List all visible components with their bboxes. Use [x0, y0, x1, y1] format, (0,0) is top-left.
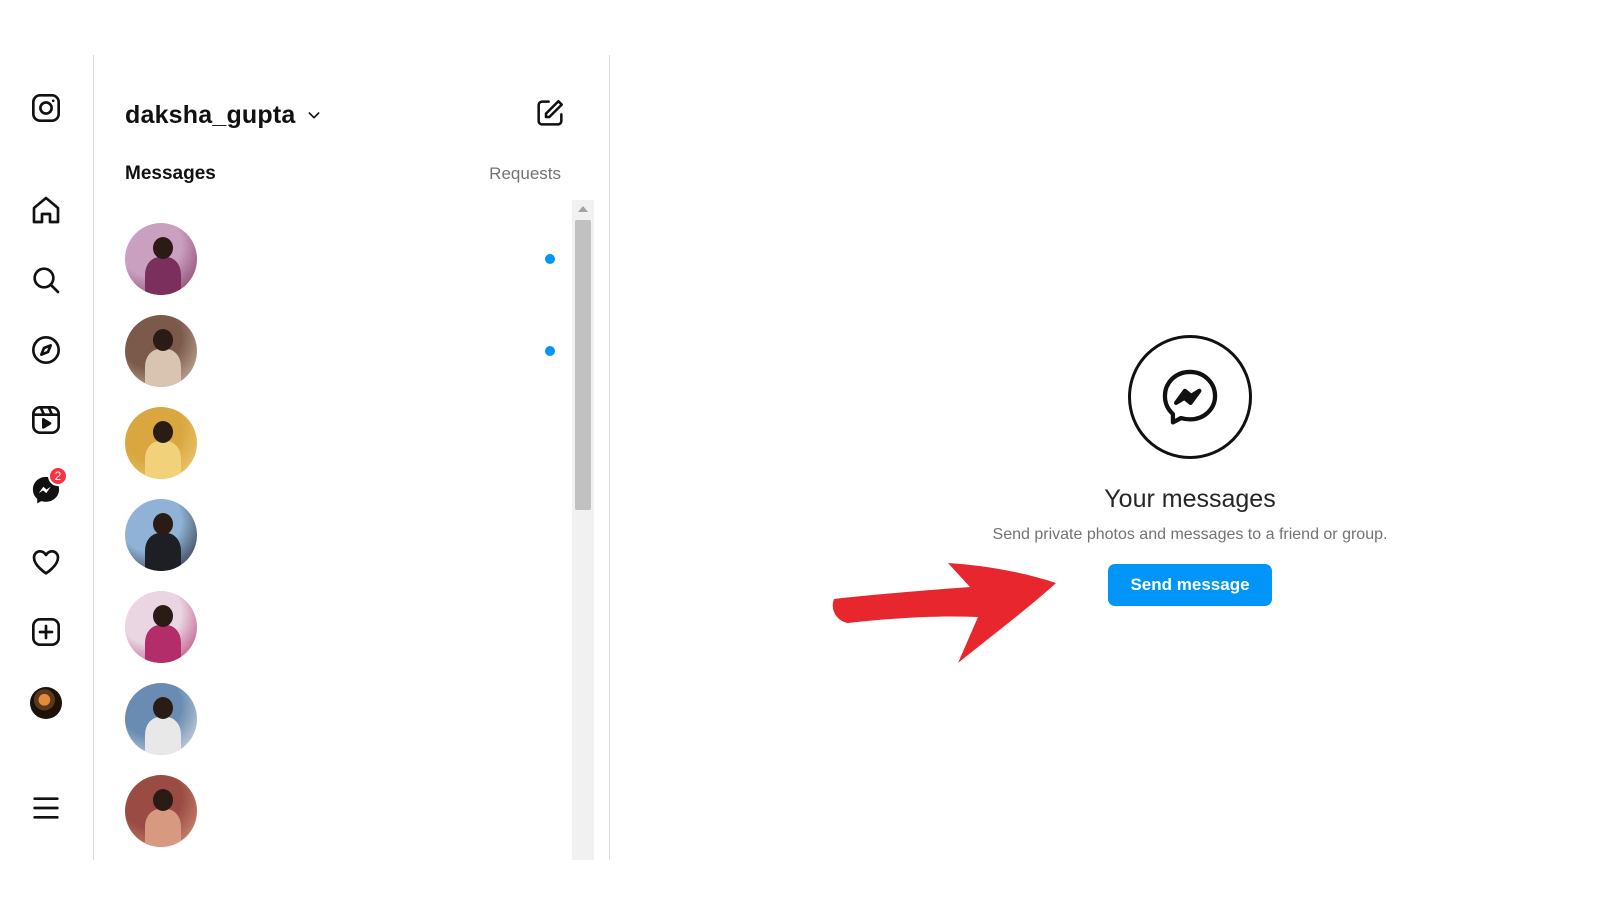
- account-switcher[interactable]: daksha_gupta: [125, 95, 322, 135]
- conversation-scrollbar[interactable]: [572, 200, 594, 860]
- inbox-panel: daksha_gupta Messages Requests: [95, 55, 610, 860]
- messenger-outline-icon: [1128, 335, 1252, 459]
- conversation-avatar: [125, 499, 197, 571]
- profile-avatar-image: [30, 687, 62, 719]
- heart-icon[interactable]: [29, 545, 63, 579]
- home-icon[interactable]: [29, 193, 63, 227]
- conversation-item[interactable]: [125, 765, 555, 857]
- conversation-avatar: [125, 683, 197, 755]
- reels-icon[interactable]: [29, 403, 63, 437]
- red-annotation-arrow-icon: [832, 563, 1056, 663]
- left-nav-rail: 2: [0, 55, 94, 860]
- empty-state-title: Your messages: [1104, 485, 1276, 513]
- search-icon[interactable]: [29, 263, 63, 297]
- chevron-down-icon: [308, 112, 319, 119]
- create-plus-icon[interactable]: [29, 615, 63, 649]
- instagram-logo-icon[interactable]: [29, 91, 63, 125]
- conversation-avatar: [125, 775, 197, 847]
- messenger-icon[interactable]: 2: [29, 466, 68, 507]
- tab-requests[interactable]: Requests: [489, 164, 561, 184]
- compose-new-message-icon[interactable]: [534, 97, 566, 129]
- profile-avatar[interactable]: [29, 686, 63, 720]
- conversation-avatar: [125, 223, 197, 295]
- empty-state-subtitle: Send private photos and messages to a fr…: [992, 526, 1388, 543]
- unread-indicator-dot: [545, 254, 555, 264]
- conversation-avatar: [125, 407, 197, 479]
- conversation-item[interactable]: [125, 305, 555, 397]
- conversation-item[interactable]: [125, 213, 555, 305]
- scroll-up-arrow-icon[interactable]: [578, 206, 588, 212]
- conversation-item[interactable]: [125, 673, 555, 765]
- conversation-list: [125, 213, 555, 857]
- instagram-direct-page: 2 daksha_gupta Messages Requests Your me…: [0, 0, 1600, 900]
- tab-messages[interactable]: Messages: [125, 163, 216, 185]
- conversation-item[interactable]: [125, 581, 555, 673]
- username: daksha_gupta: [125, 100, 296, 129]
- conversation-item[interactable]: [125, 397, 555, 489]
- send-message-button[interactable]: Send message: [1108, 564, 1272, 606]
- scrollbar-thumb[interactable]: [575, 220, 591, 510]
- conversation-avatar: [125, 315, 197, 387]
- conversation-avatar: [125, 591, 197, 663]
- unread-badge: 2: [48, 466, 68, 486]
- unread-indicator-dot: [545, 346, 555, 356]
- hamburger-menu-icon[interactable]: [29, 791, 63, 825]
- explore-compass-icon[interactable]: [29, 333, 63, 367]
- conversation-item[interactable]: [125, 489, 555, 581]
